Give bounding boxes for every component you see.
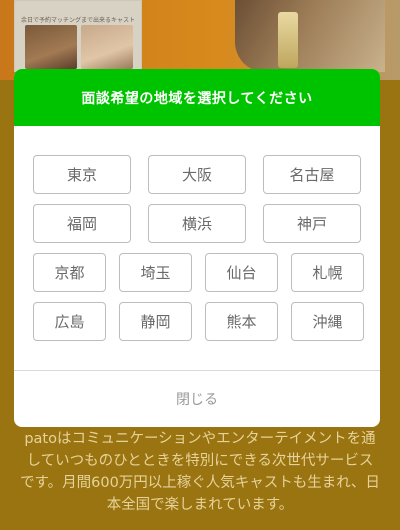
promo-card-caption: 余日で予約マッチングまで出来るキャスト [21,17,136,24]
region-row: 福岡 横浜 神戸 [14,204,380,243]
region-row: 京都 埼玉 仙台 札幌 [14,253,380,292]
service-description: patoはコミュニケーションやエンターテイメントを通していつものひとときを特別に… [20,431,380,513]
cast-photo [81,25,133,69]
modal-header: 面談希望の地域を選択してください [14,69,380,126]
promo-card: 余日で予約マッチングまで出来るキャスト [14,0,142,72]
cast-photo [25,25,77,69]
close-button[interactable]: 閉じる [14,371,380,427]
region-button-tokyo[interactable]: 東京 [33,155,131,194]
region-row: 東京 大阪 名古屋 [14,155,380,194]
region-row: 広島 静岡 熊本 沖縄 [14,302,380,341]
region-button-kobe[interactable]: 神戸 [263,204,361,243]
champagne-glass-image [278,12,298,68]
region-button-sapporo[interactable]: 札幌 [291,253,364,292]
hero-photo [235,0,385,72]
region-button-fukuoka[interactable]: 福岡 [33,204,131,243]
region-button-shizuoka[interactable]: 静岡 [119,302,192,341]
region-button-okinawa[interactable]: 沖縄 [291,302,364,341]
region-button-kyoto[interactable]: 京都 [33,253,106,292]
region-button-saitama[interactable]: 埼玉 [119,253,192,292]
region-select-modal: 面談希望の地域を選択してください 東京 大阪 名古屋 福岡 横浜 神戸 京都 埼… [14,69,380,427]
region-button-yokohama[interactable]: 横浜 [148,204,246,243]
region-button-nagoya[interactable]: 名古屋 [263,155,361,194]
region-button-hiroshima[interactable]: 広島 [33,302,106,341]
modal-title: 面談希望の地域を選択してください [81,90,313,107]
region-button-sendai[interactable]: 仙台 [205,253,278,292]
region-button-osaka[interactable]: 大阪 [148,155,246,194]
region-button-kumamoto[interactable]: 熊本 [205,302,278,341]
